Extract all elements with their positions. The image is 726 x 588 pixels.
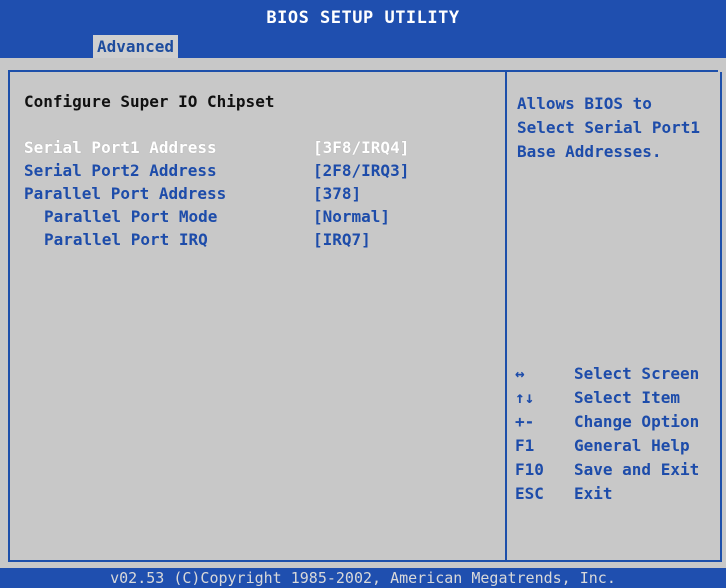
setting-label: Serial Port2 Address bbox=[24, 161, 217, 180]
key-action: Save and Exit bbox=[574, 460, 700, 479]
help-pane: Allows BIOS to Select Serial Port1 Base … bbox=[505, 72, 722, 562]
esc-key: ESC bbox=[515, 484, 544, 503]
app-title: BIOS SETUP UTILITY bbox=[266, 8, 460, 28]
setting-value[interactable]: [Normal] bbox=[313, 207, 390, 226]
key-action: Select Item bbox=[574, 388, 680, 407]
key-action: Change Option bbox=[574, 412, 700, 431]
setting-value[interactable]: [IRQ7] bbox=[313, 230, 371, 249]
key-help-row: ↔ Select Screen bbox=[515, 364, 713, 388]
plus-minus-key: +- bbox=[515, 412, 535, 431]
setting-label: Parallel Port Mode bbox=[44, 207, 218, 226]
setting-row-serial-port1-address[interactable]: Serial Port1 Address [3F8/IRQ4] bbox=[10, 138, 507, 160]
tab-advanced[interactable]: Advanced bbox=[93, 35, 179, 58]
key-action: Select Screen bbox=[574, 364, 700, 383]
help-text: Allows BIOS to Select Serial Port1 Base … bbox=[517, 94, 701, 161]
setting-label: Parallel Port Address bbox=[24, 184, 227, 203]
page-title: Configure Super IO Chipset bbox=[24, 92, 275, 111]
key-help-row: F1 General Help bbox=[515, 436, 713, 460]
main-area: Configure Super IO Chipset Serial Port1 … bbox=[0, 58, 726, 568]
key-help-row: ESC Exit bbox=[515, 484, 713, 508]
key-help-list: ↔ Select Screen ↑↓ Select Item +- Change… bbox=[515, 364, 713, 508]
setting-label: Parallel Port IRQ bbox=[44, 230, 208, 249]
key-help-row: F10 Save and Exit bbox=[515, 460, 713, 484]
settings-pane: Configure Super IO Chipset Serial Port1 … bbox=[8, 72, 507, 562]
setting-row-serial-port2-address[interactable]: Serial Port2 Address [2F8/IRQ3] bbox=[10, 161, 507, 183]
setting-value[interactable]: [3F8/IRQ4] bbox=[313, 138, 409, 157]
bios-screen: BIOS SETUP UTILITY Advanced Configure Su… bbox=[0, 0, 726, 588]
key-action: Exit bbox=[574, 484, 613, 503]
arrow-left-right-icon: ↔ bbox=[515, 364, 525, 383]
setting-row-parallel-port-irq[interactable]: Parallel Port IRQ [IRQ7] bbox=[10, 230, 507, 252]
setting-label: Serial Port1 Address bbox=[24, 138, 217, 157]
arrow-up-down-icon: ↑↓ bbox=[515, 388, 535, 407]
key-action: General Help bbox=[574, 436, 690, 455]
f1-key: F1 bbox=[515, 436, 535, 455]
setting-row-parallel-port-address[interactable]: Parallel Port Address [378] bbox=[10, 184, 507, 206]
setting-value[interactable]: [2F8/IRQ3] bbox=[313, 161, 409, 180]
f10-key: F10 bbox=[515, 460, 544, 479]
copyright-footer: v02.53 (C)Copyright 1985-2002, American … bbox=[0, 568, 726, 588]
setting-value[interactable]: [378] bbox=[313, 184, 361, 203]
setting-row-parallel-port-mode[interactable]: Parallel Port Mode [Normal] bbox=[10, 207, 507, 229]
key-help-row: ↑↓ Select Item bbox=[515, 388, 713, 412]
top-bar: BIOS SETUP UTILITY Advanced bbox=[0, 0, 726, 58]
key-help-row: +- Change Option bbox=[515, 412, 713, 436]
